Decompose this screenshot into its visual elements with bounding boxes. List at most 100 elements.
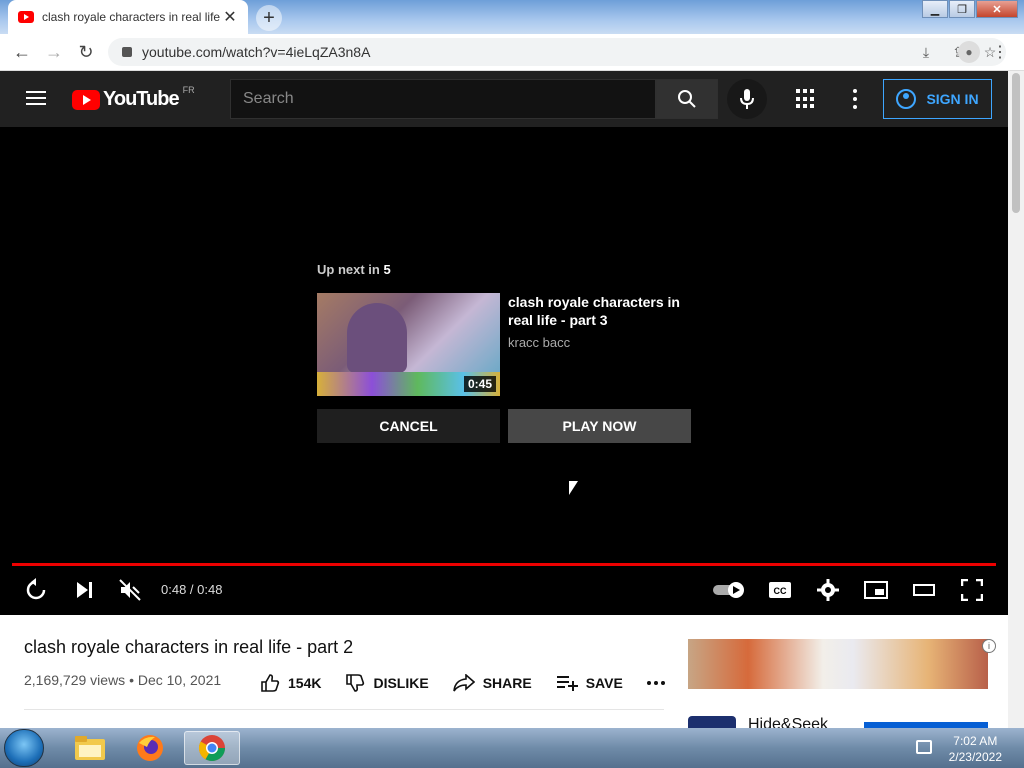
settings-button[interactable] xyxy=(814,575,842,605)
install-icon[interactable]: ⤓ xyxy=(910,44,942,61)
replay-button[interactable] xyxy=(22,575,50,605)
save-button[interactable]: SAVE xyxy=(556,675,623,691)
share-label: SHARE xyxy=(482,675,532,691)
tab-title: clash royale characters in real life xyxy=(42,10,221,24)
video-player[interactable]: Up next in 5 0:45 clash royale character… xyxy=(0,127,1008,615)
progress-bar[interactable] xyxy=(12,563,996,566)
browser-tabstrip: clash royale characters in real life ✕ +… xyxy=(0,0,1024,34)
next-video-button[interactable] xyxy=(70,575,98,605)
promo-logo xyxy=(688,716,736,728)
time-display: 0:48 / 0:48 xyxy=(161,582,223,597)
back-arrow-icon[interactable]: ← xyxy=(6,42,38,63)
autoplay-toggle[interactable] xyxy=(711,575,747,605)
sign-in-button[interactable]: SIGN IN xyxy=(883,79,992,119)
upnext-countdown: 5 xyxy=(383,262,391,277)
search-box[interactable] xyxy=(230,79,656,119)
microphone-icon xyxy=(740,89,754,109)
voice-search-button[interactable] xyxy=(727,79,767,119)
playlist-add-icon xyxy=(556,676,578,691)
window-controls: ▁ ❐ ✕ xyxy=(921,0,1018,18)
taskbar-clock[interactable]: 7:02 AM 2/23/2022 xyxy=(949,733,1002,765)
promo-row[interactable]: Hide&Seek xyxy=(688,712,1008,728)
search-button[interactable] xyxy=(656,79,718,119)
cc-icon: CC xyxy=(769,582,791,598)
like-button[interactable]: 154K xyxy=(260,673,321,693)
account-icon xyxy=(896,89,917,109)
play-now-button[interactable]: PLAY NOW xyxy=(508,409,691,443)
region-code: FR xyxy=(182,84,195,95)
taskbar-firefox[interactable] xyxy=(122,731,178,765)
taskbar-chrome[interactable] xyxy=(184,731,240,765)
youtube-play-logo-icon xyxy=(72,89,100,110)
next-video-duration: 0:45 xyxy=(463,376,496,392)
fullscreen-icon xyxy=(961,579,983,601)
divider xyxy=(24,709,664,710)
volume-muted-icon xyxy=(119,579,141,601)
windows-taskbar: 7:02 AM 2/23/2022 xyxy=(0,728,1024,768)
folder-icon xyxy=(75,736,105,760)
search-input[interactable] xyxy=(243,90,655,108)
more-horiz-icon xyxy=(646,681,665,685)
captions-button[interactable]: CC xyxy=(766,575,794,605)
theater-mode-icon xyxy=(913,584,935,596)
minimize-button[interactable]: ▁ xyxy=(922,0,948,18)
chrome-menu-icon[interactable]: ⋮ xyxy=(992,42,1008,62)
more-actions-button[interactable] xyxy=(646,681,673,685)
like-count: 154K xyxy=(288,675,322,691)
apps-grid-icon[interactable] xyxy=(796,89,816,109)
window-close-button[interactable]: ✕ xyxy=(976,0,1018,18)
fullscreen-button[interactable] xyxy=(958,575,986,605)
thumbnail-figure xyxy=(347,303,407,373)
thumbs-down-icon xyxy=(346,674,365,692)
reload-icon[interactable]: ↻ xyxy=(70,42,102,63)
autoplay-toggle-icon xyxy=(713,582,744,598)
scrollbar-thumb[interactable] xyxy=(1012,73,1020,213)
cancel-autoplay-button[interactable]: CANCEL xyxy=(317,409,500,443)
dislike-label: DISLIKE xyxy=(373,675,429,691)
info-icon[interactable]: i xyxy=(982,639,996,653)
next-video-thumbnail[interactable]: 0:45 xyxy=(317,293,500,396)
share-arrow-icon xyxy=(452,674,475,692)
logo-wordmark: YouTube xyxy=(103,88,180,110)
forward-arrow-icon[interactable]: → xyxy=(38,42,70,63)
next-video-channel[interactable]: kracc bacc xyxy=(508,335,570,350)
restore-button[interactable]: ❐ xyxy=(949,0,975,18)
url-text[interactable]: youtube.com/watch?v=4ieLqZA3n8A xyxy=(142,44,910,60)
browser-tab[interactable]: clash royale characters in real life ✕ xyxy=(8,0,248,34)
upnext-text: Up next in xyxy=(317,262,380,277)
replay-icon xyxy=(26,578,46,600)
settings-menu-icon[interactable] xyxy=(852,89,858,109)
miniplayer-icon xyxy=(864,581,888,599)
omnibox[interactable]: youtube.com/watch?v=4ieLqZA3n8A ⤓ ⇪ ☆ xyxy=(108,38,1006,66)
youtube-header: YouTube FR SIGN IN xyxy=(0,71,1008,127)
miniplayer-button[interactable] xyxy=(862,575,890,605)
taskbar-explorer[interactable] xyxy=(62,731,118,765)
clock-time: 7:02 AM xyxy=(953,734,998,748)
dislike-button[interactable]: DISLIKE xyxy=(345,673,429,693)
browser-toolbar: ← → ↻ youtube.com/watch?v=4ieLqZA3n8A ⤓ … xyxy=(0,34,1024,71)
close-tab-icon[interactable]: ✕ xyxy=(222,7,238,27)
promo-name: Hide&Seek xyxy=(748,716,829,728)
video-title: clash royale characters in real life - p… xyxy=(24,637,354,657)
thumbs-up-icon xyxy=(261,674,280,692)
firefox-icon xyxy=(137,735,163,761)
mute-button[interactable] xyxy=(116,575,144,605)
page-scrollbar[interactable] xyxy=(1008,71,1024,728)
youtube-logo[interactable]: YouTube FR xyxy=(72,84,195,111)
skip-next-icon xyxy=(77,582,92,598)
network-tray-icon[interactable] xyxy=(916,740,932,754)
profile-avatar-icon[interactable]: ● xyxy=(958,41,980,63)
share-button[interactable]: SHARE xyxy=(452,674,532,692)
save-label: SAVE xyxy=(585,675,623,691)
youtube-favicon-icon xyxy=(18,11,34,23)
mouse-cursor-icon xyxy=(569,481,578,495)
svg-text:CC: CC xyxy=(774,586,787,596)
clock-date: 2/23/2022 xyxy=(948,750,1002,764)
ad-banner[interactable]: i xyxy=(688,639,996,689)
start-button[interactable] xyxy=(4,729,44,767)
theater-mode-button[interactable] xyxy=(910,575,938,605)
next-video-title[interactable]: clash royale characters in real life - p… xyxy=(508,293,688,329)
hamburger-menu-icon[interactable] xyxy=(26,91,46,105)
new-tab-button[interactable]: + xyxy=(256,5,282,31)
upnext-label: Up next in 5 xyxy=(317,262,391,277)
